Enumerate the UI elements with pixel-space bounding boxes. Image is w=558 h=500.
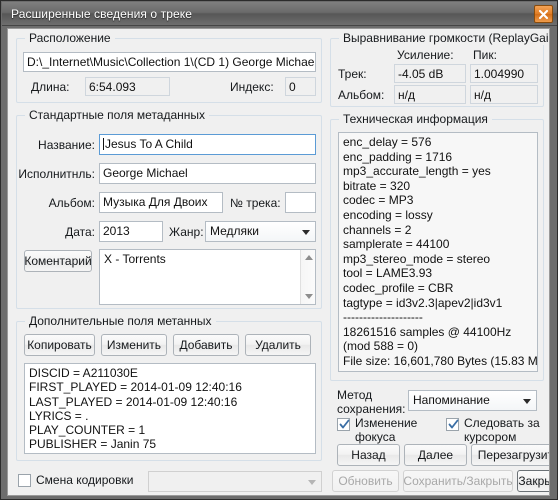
close-icon[interactable] — [534, 5, 553, 23]
peak-column-header: Пик: — [473, 48, 497, 62]
date-input[interactable]: 2013 — [99, 221, 163, 242]
chevron-down-icon — [302, 229, 310, 235]
extra-fields-group: Дополнительные поля метанных Копировать … — [16, 314, 322, 461]
genre-combobox[interactable]: Медляки — [205, 221, 316, 242]
tech-info-box[interactable]: enc_delay = 576 enc_padding = 1716 mp3_a… — [338, 132, 538, 372]
replaygain-group: Выравнивание громкости (ReplayGain) Усил… — [330, 31, 549, 107]
location-group: Расположение D:\_Internet\Music\Collecti… — [16, 31, 322, 103]
location-group-legend: Расположение — [25, 31, 115, 45]
track-number-label: № трека: — [230, 196, 281, 210]
album-label: Альбом: — [48, 196, 95, 210]
genre-combobox-value: Медляки — [210, 224, 259, 238]
track-row-label: Трек: — [338, 67, 367, 81]
change-encoding-label: Смена кодировки — [36, 473, 134, 487]
title-bar: Расширенные сведения о треке — [2, 2, 557, 26]
chevron-down-icon — [308, 479, 316, 485]
genre-label: Жанр: — [169, 225, 204, 239]
track-gain-value: -4.05 dB — [394, 64, 466, 83]
update-button[interactable]: Обновить — [332, 470, 399, 492]
checkbox-mark — [337, 418, 350, 431]
comment-textarea-value: X - Torrents — [104, 252, 166, 266]
index-label: Индекс: — [230, 80, 274, 94]
scroll-down-icon[interactable] — [301, 289, 315, 304]
tech-info-group: Техническая информация enc_delay = 576 e… — [330, 112, 544, 381]
save-method-combobox[interactable]: Напоминание — [408, 390, 537, 411]
reload-button[interactable]: Перезагрузить — [471, 444, 549, 466]
album-input[interactable]: Музыка Для Двоих — [99, 192, 223, 213]
next-button[interactable]: Далее — [404, 444, 467, 466]
title-input-value: Jesus To A Child — [105, 137, 193, 151]
encoding-combobox[interactable] — [148, 471, 322, 492]
window-right-edge — [551, 26, 556, 499]
track-peak-value: 1.004990 — [470, 64, 538, 83]
extra-fields-list[interactable]: DISCID = A211030E FIRST_PLAYED = 2014-01… — [24, 363, 316, 454]
duration-label: Длина: — [31, 80, 70, 94]
replaygain-legend: Выравнивание громкости (ReplayGain) — [339, 31, 549, 45]
duration-value: 6:54.093 — [85, 77, 170, 96]
save-method-label: Метод сохранения: — [337, 388, 406, 416]
chevron-down-icon — [523, 398, 531, 404]
window-title: Расширенные сведения о треке — [11, 6, 193, 21]
standard-fields-legend: Стандартные поля метаданных — [25, 108, 210, 122]
comment-button[interactable]: Коментарий — [24, 250, 92, 272]
save-and-close-button[interactable]: Сохранить/Закрыть — [403, 470, 513, 492]
tech-info-text: enc_delay = 576 enc_padding = 1716 mp3_a… — [343, 135, 538, 368]
album-peak-value: н/д — [470, 85, 538, 104]
comment-textarea[interactable]: X - Torrents — [99, 249, 316, 305]
back-button[interactable]: Назад — [337, 444, 400, 466]
save-method-value: Напоминание — [413, 393, 490, 407]
extra-fields-legend: Дополнительные поля метанных — [25, 314, 216, 328]
add-button[interactable]: Добавить — [173, 334, 239, 356]
copy-button[interactable]: Копировать — [24, 334, 95, 356]
gain-column-header: Усиление: — [397, 48, 454, 62]
edit-button[interactable]: Изменить — [101, 334, 167, 356]
album-gain-value: н/д — [394, 85, 466, 104]
focus-change-label: Изменение фокуса — [355, 416, 418, 444]
focus-change-checkbox[interactable]: Изменение фокуса — [337, 416, 427, 444]
close-button[interactable]: Закрыть — [517, 470, 549, 492]
index-value: 0 — [285, 77, 316, 96]
change-encoding-checkbox[interactable]: Смена кодировки — [18, 473, 148, 487]
title-input[interactable]: Jesus To A Child — [99, 134, 316, 155]
follow-cursor-checkbox[interactable]: Следовать за курсором — [446, 416, 546, 444]
comment-scrollbar[interactable] — [300, 250, 315, 304]
track-number-input[interactable] — [285, 192, 316, 213]
date-label: Дата: — [65, 225, 95, 239]
checkbox-mark — [446, 418, 459, 431]
standard-fields-group: Стандартные поля метаданных Название: Je… — [16, 108, 322, 309]
extra-fields-list-value: DISCID = A211030E FIRST_PLAYED = 2014-01… — [29, 366, 242, 453]
artist-input[interactable]: George Michael — [99, 163, 316, 184]
file-path-input[interactable]: D:\_Internet\Music\Collection 1\(CD 1) G… — [23, 52, 316, 72]
follow-cursor-label: Следовать за курсором — [464, 416, 540, 444]
dialog-client-area: Расположение D:\_Internet\Music\Collecti… — [7, 28, 550, 496]
scroll-up-icon[interactable] — [301, 250, 315, 265]
title-label: Название: — [38, 138, 95, 152]
album-row-label: Альбом: — [338, 88, 385, 102]
checkbox-mark — [18, 474, 31, 487]
text-caret — [103, 138, 104, 150]
delete-button[interactable]: Удалить — [245, 334, 311, 356]
dialog-window: Расширенные сведения о треке Расположени… — [0, 0, 558, 500]
artist-label: Исполнитнль: — [18, 167, 95, 181]
tech-info-legend: Техническая информация — [339, 112, 492, 126]
